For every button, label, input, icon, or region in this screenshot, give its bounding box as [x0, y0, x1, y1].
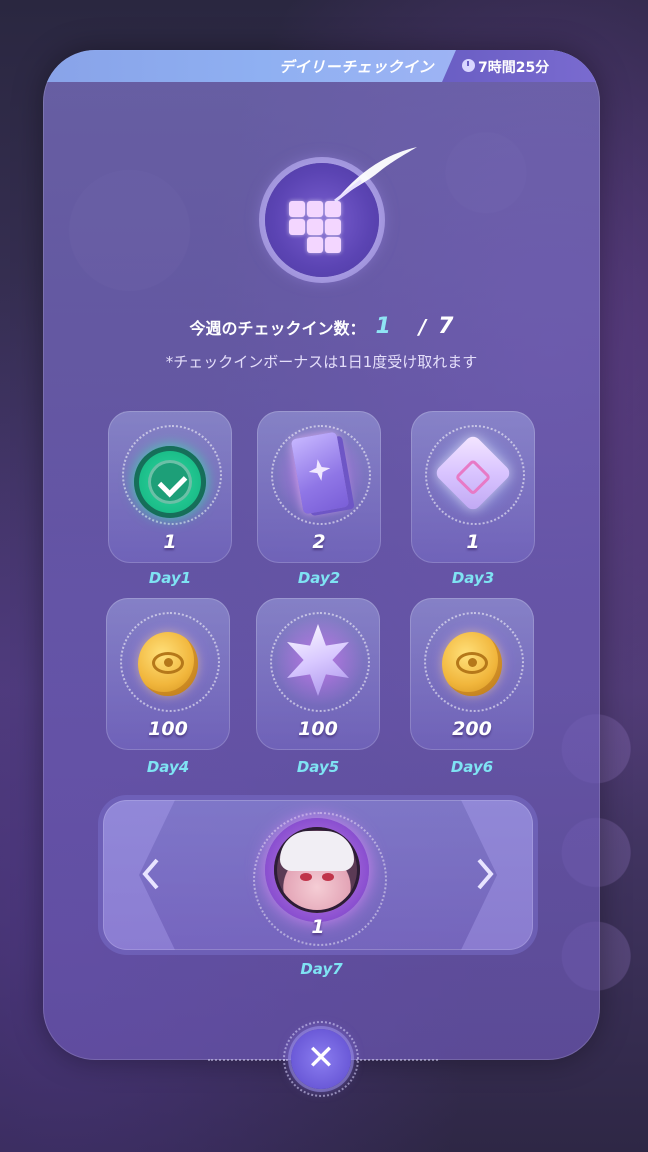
reward-quantity: 200	[452, 718, 492, 740]
reward-card-day5[interactable]: 100	[256, 598, 380, 750]
gold-coin-icon	[442, 632, 502, 696]
reward-card-day7[interactable]: 1	[103, 800, 533, 950]
divider-left	[208, 1059, 288, 1061]
reward-quantity: 1	[163, 531, 177, 553]
day-label: Day7	[300, 960, 343, 978]
quill-icon	[334, 147, 417, 203]
checkin-count-label: 今週のチェックイン数：	[189, 318, 366, 338]
reward-quantity: 100	[298, 718, 338, 740]
close-icon: ✕	[306, 1038, 336, 1078]
close-button[interactable]: ✕	[283, 1021, 359, 1097]
checkin-current: 1	[375, 314, 391, 339]
reward-card-day4[interactable]: 100	[106, 598, 230, 750]
claimed-check-icon	[134, 446, 206, 518]
day-label: Day1	[148, 569, 192, 587]
reward-card-day6[interactable]: 200	[410, 598, 534, 750]
reward-card-day2[interactable]: 2	[257, 411, 381, 563]
reward-quantity: 1	[311, 916, 325, 938]
reward-card-day3[interactable]: 1	[411, 411, 535, 563]
day-label: Day2	[297, 569, 341, 587]
day-label: Day3	[451, 569, 495, 587]
clock-icon	[462, 59, 475, 72]
chevron-left-icon	[142, 858, 159, 890]
chevron-right-icon	[477, 858, 494, 890]
reward-quantity: 100	[148, 718, 188, 740]
gold-coin-icon	[138, 632, 198, 696]
daily-checkin-dialog: デイリーチェックイン 7時間25分 今週のチェックイン数： 1 / 7 *チェックイン…	[43, 50, 600, 1060]
reward-quantity: 1	[466, 531, 480, 553]
timer-text: 7時間25分	[478, 60, 550, 76]
divider-right	[356, 1059, 438, 1061]
day-label: Day4	[146, 758, 190, 776]
title-bar: デイリーチェックイン 7時間25分	[43, 50, 600, 82]
reward-card-day1[interactable]: 1	[108, 411, 232, 563]
dialog-title: デイリーチェックイン	[278, 58, 434, 76]
reward-quantity: 2	[312, 531, 326, 553]
bonus-note: *チェックインボーナスは1日1度受け取れます	[165, 353, 478, 371]
checkin-separator: /	[418, 314, 427, 339]
day-label: Day6	[450, 758, 494, 776]
character-avatar-icon	[265, 818, 369, 922]
checkin-emblem	[265, 147, 417, 277]
calendar-grid-icon	[289, 201, 345, 257]
weekly-checkin-count: 今週のチェックイン数： 1 / 7	[43, 314, 600, 339]
reset-timer: 7時間25分	[442, 50, 600, 82]
day-label: Day5	[296, 758, 340, 776]
checkin-total: 7	[438, 314, 454, 339]
